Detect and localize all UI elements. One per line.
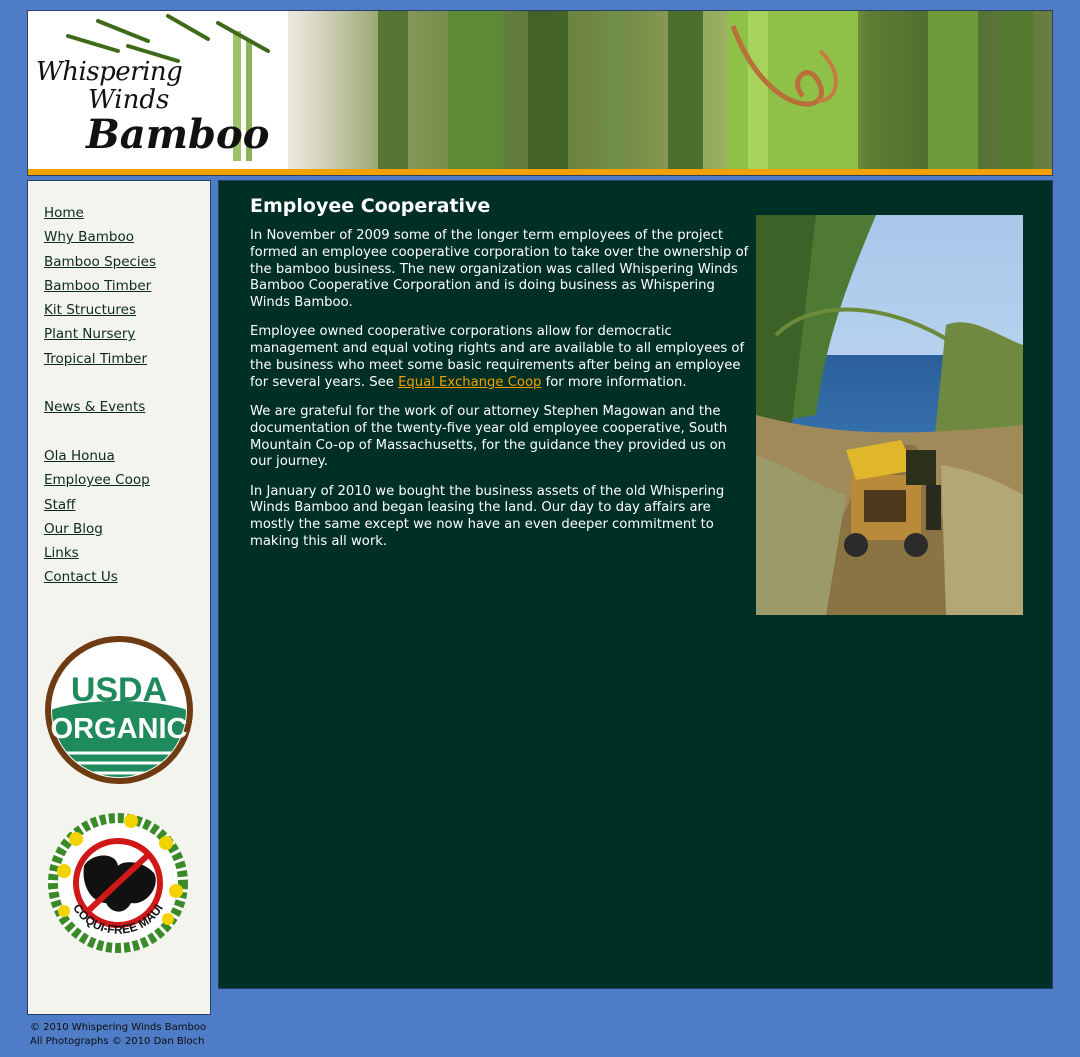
logo-text-line1: Whispering	[36, 57, 183, 87]
photo-credit-text: All Photographs © 2010 Dan Bloch	[30, 1035, 205, 1047]
usda-organic-badge: USDA ORGANIC	[45, 636, 193, 784]
sidebar-nav: Home Why Bamboo Bamboo Species Bamboo Ti…	[44, 201, 156, 590]
paragraph-3: We are grateful for the work of our atto…	[250, 403, 728, 470]
site-logo[interactable]: Whispering Winds Bamboo	[36, 57, 270, 158]
nav-links[interactable]: Links	[44, 541, 156, 565]
nav-bamboo-species[interactable]: Bamboo Species	[44, 250, 156, 274]
nav-employee-coop[interactable]: Employee Coop	[44, 468, 156, 492]
page-title: Employee Cooperative	[250, 195, 491, 217]
header-orange-stripe	[28, 169, 1052, 175]
tractor-chipper-photo	[756, 215, 1023, 615]
article-text: In November of 2009 some of the longer t…	[250, 228, 750, 563]
organic-text: ORGANIC	[51, 713, 188, 745]
paragraph-2: Employee owned cooperative corporations …	[250, 324, 750, 391]
site-header: Whispering Winds Bamboo	[27, 10, 1053, 176]
paragraph-1: In November of 2009 some of the longer t…	[250, 228, 749, 311]
nav-tropical-timber[interactable]: Tropical Timber	[44, 347, 156, 371]
sidebar: Home Why Bamboo Bamboo Species Bamboo Ti…	[27, 180, 211, 1015]
equal-exchange-link[interactable]: Equal Exchange Coop	[398, 375, 541, 390]
nav-ola-honua[interactable]: Ola Honua	[44, 444, 156, 468]
nav-contact-us[interactable]: Contact Us	[44, 565, 156, 589]
main-content: Employee Cooperative In November of 2009…	[218, 180, 1053, 989]
logo-text-line2: Winds	[88, 85, 170, 115]
nav-plant-nursery[interactable]: Plant Nursery	[44, 322, 156, 346]
nav-kit-structures[interactable]: Kit Structures	[44, 298, 156, 322]
usda-text: USDA	[71, 671, 167, 709]
paragraph-4: In January of 2010 we bought the busines…	[250, 483, 725, 549]
copyright-text: © 2010 Whispering Winds Bamboo	[30, 1022, 207, 1033]
coqui-free-maui-badge: COQUI-FREE MAUI	[48, 813, 188, 953]
nav-our-blog[interactable]: Our Blog	[44, 517, 156, 541]
paragraph-2-after: for more information.	[541, 374, 687, 390]
logo-text-line3: Bamboo	[86, 111, 270, 158]
nav-why-bamboo[interactable]: Why Bamboo	[44, 225, 156, 249]
footer: © 2010 Whispering Winds Bamboo All Photo…	[30, 1021, 206, 1048]
nav-news-events[interactable]: News & Events	[44, 395, 156, 419]
nav-home[interactable]: Home	[44, 201, 156, 225]
nav-staff[interactable]: Staff	[44, 493, 156, 517]
nav-bamboo-timber[interactable]: Bamboo Timber	[44, 274, 156, 298]
